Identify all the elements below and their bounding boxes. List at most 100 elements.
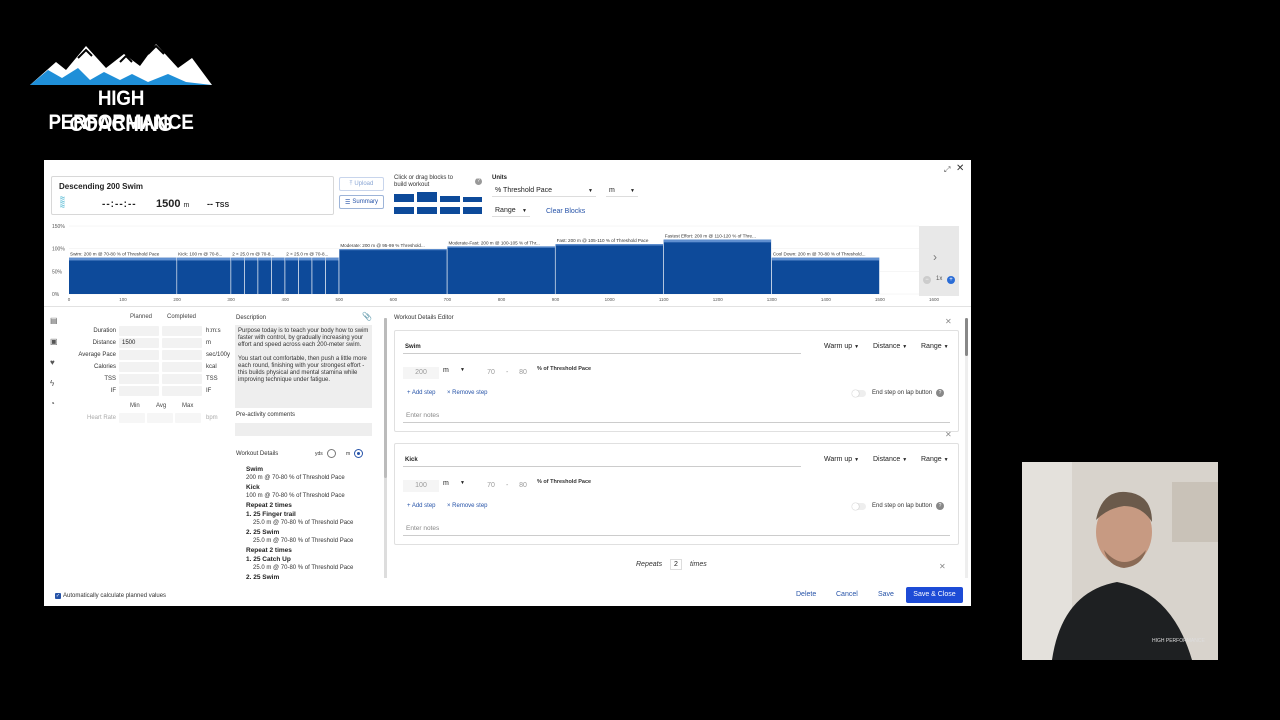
close-icon[interactable]: ✕ bbox=[945, 317, 952, 326]
step-name-input[interactable]: Swim bbox=[403, 341, 801, 354]
workout-title[interactable]: Descending 200 Swim bbox=[59, 182, 143, 191]
hr-max-field[interactable] bbox=[175, 413, 201, 423]
hr-min-field[interactable] bbox=[119, 413, 145, 423]
block-steady[interactable] bbox=[394, 194, 414, 202]
clock-icon[interactable]: ◔ bbox=[50, 399, 55, 408]
help-icon[interactable]: ? bbox=[475, 178, 482, 185]
chevron-right-icon[interactable]: › bbox=[933, 250, 937, 264]
hr-max-header: Max bbox=[182, 403, 194, 409]
completed-field[interactable] bbox=[162, 338, 202, 348]
preactivity-textarea[interactable] bbox=[235, 423, 372, 436]
paperclip-icon[interactable]: 📎 bbox=[362, 312, 372, 321]
expand-icon[interactable]: ⤢ bbox=[944, 165, 950, 175]
cancel-button[interactable]: Cancel bbox=[836, 591, 858, 598]
chart-scroll-panel[interactable]: › bbox=[919, 226, 959, 296]
repeats-count-input[interactable]: 2 bbox=[670, 559, 682, 570]
auto-calc-checkbox[interactable]: ✓ bbox=[55, 593, 61, 599]
repeats-times-label: times bbox=[690, 561, 707, 568]
clear-blocks-link[interactable]: Clear Blocks bbox=[546, 208, 585, 215]
remove-step-link[interactable]: × Remove step bbox=[447, 390, 488, 396]
units-select[interactable]: % Threshold Pace ▼ bbox=[492, 185, 596, 197]
planned-field[interactable] bbox=[119, 374, 159, 384]
hr-avg-field[interactable] bbox=[147, 413, 173, 423]
block-repeats[interactable] bbox=[463, 207, 482, 214]
chart-icon[interactable]: ▣ bbox=[50, 337, 58, 346]
completed-field[interactable] bbox=[162, 374, 202, 384]
add-step-link[interactable]: + Add step bbox=[407, 390, 436, 396]
heart-icon[interactable]: ♥ bbox=[50, 358, 55, 367]
lightning-icon[interactable]: ϟ bbox=[50, 379, 54, 388]
lap-button-toggle[interactable] bbox=[852, 390, 866, 397]
metric-unit: h:m:s bbox=[206, 328, 221, 334]
planned-field[interactable] bbox=[119, 326, 159, 336]
detail-heading: 1. 25 Finger trail bbox=[246, 511, 296, 518]
step-notes-input[interactable]: Enter notes bbox=[403, 409, 950, 423]
step-unit-select[interactable]: m ▼ bbox=[443, 480, 465, 492]
step-type-select[interactable]: Warm up ▼ bbox=[821, 454, 862, 465]
detail-heading: 2. 25 Swim bbox=[246, 529, 280, 536]
upload-button[interactable]: ⤒ Upload bbox=[339, 177, 384, 191]
editor-scrollbar[interactable] bbox=[965, 318, 968, 578]
step-quantity-input[interactable]: 200 bbox=[403, 367, 439, 379]
lap-button-toggle[interactable] bbox=[852, 503, 866, 510]
delete-button[interactable]: Delete bbox=[796, 591, 816, 598]
range-select[interactable]: Range ▼ bbox=[492, 205, 530, 217]
range-low-input[interactable]: 70 bbox=[481, 367, 501, 379]
step-measure-select[interactable]: Distance ▼ bbox=[870, 341, 910, 352]
close-icon[interactable]: ✕ bbox=[956, 163, 964, 174]
mountains-logo-icon bbox=[30, 44, 212, 85]
heart-rate-label: Heart Rate bbox=[86, 415, 116, 421]
brand-line-2: COACHING bbox=[69, 113, 173, 136]
workout-structure-chart: 150% 100% 50% 0% 0 100 200 300 400 500 600 700 800 90… bbox=[52, 224, 940, 302]
completed-field[interactable] bbox=[162, 362, 202, 372]
block-high[interactable] bbox=[417, 192, 437, 202]
block-mid[interactable] bbox=[440, 196, 460, 202]
block-intervals[interactable] bbox=[440, 207, 460, 214]
planned-field[interactable] bbox=[119, 386, 159, 396]
completed-field[interactable] bbox=[162, 386, 202, 396]
details-scrollbar[interactable] bbox=[384, 318, 387, 578]
help-icon[interactable]: ? bbox=[936, 502, 944, 510]
add-step-link[interactable]: + Add step bbox=[407, 503, 436, 509]
planned-field[interactable] bbox=[119, 362, 159, 372]
repeats-label: Repeats bbox=[636, 561, 663, 568]
close-icon[interactable]: ✕ bbox=[945, 430, 952, 439]
zoom-out-icon[interactable]: − bbox=[923, 276, 931, 284]
hr-avg-header: Avg bbox=[156, 403, 167, 409]
summary-button[interactable]: ☰ Summary bbox=[339, 195, 384, 209]
step-name-input[interactable]: Kick bbox=[403, 454, 801, 467]
yds-radio[interactable] bbox=[327, 449, 336, 458]
document-icon[interactable]: ▤ bbox=[50, 316, 58, 325]
range-low-input[interactable]: 70 bbox=[481, 480, 501, 492]
completed-field[interactable] bbox=[162, 326, 202, 336]
step-notes-input[interactable]: Enter notes bbox=[403, 522, 950, 536]
y-tick-label: 50% bbox=[52, 269, 63, 275]
planned-field[interactable] bbox=[119, 350, 159, 360]
detail-heading: Repeat 2 times bbox=[246, 502, 292, 509]
description-textarea[interactable]: Purpose today is to teach your body how … bbox=[235, 325, 372, 408]
block-low[interactable] bbox=[463, 197, 482, 202]
step-type-select[interactable]: Warm up ▼ bbox=[821, 341, 862, 352]
zoom-in-icon[interactable]: + bbox=[947, 276, 955, 284]
completed-field[interactable] bbox=[162, 350, 202, 360]
help-icon[interactable]: ? bbox=[936, 389, 944, 397]
segment-bar bbox=[69, 257, 177, 294]
segment-range-band bbox=[69, 257, 177, 261]
save-button[interactable]: Save bbox=[878, 591, 894, 598]
close-icon[interactable]: ✕ bbox=[939, 562, 946, 571]
step-measure-select[interactable]: Distance ▼ bbox=[870, 454, 910, 465]
remove-step-link[interactable]: × Remove step bbox=[447, 503, 488, 509]
step-range-select[interactable]: Range ▼ bbox=[918, 341, 952, 352]
segment-range-band bbox=[177, 257, 231, 261]
range-high-input[interactable]: 80 bbox=[513, 480, 533, 492]
planned-field[interactable]: 1500 bbox=[119, 338, 159, 348]
save-close-button[interactable]: Save & Close bbox=[906, 587, 963, 603]
block-ramp-up[interactable] bbox=[394, 207, 414, 214]
block-ramp-down[interactable] bbox=[417, 207, 437, 214]
m-radio[interactable] bbox=[354, 449, 363, 458]
range-high-input[interactable]: 80 bbox=[513, 367, 533, 379]
step-unit-select[interactable]: m ▼ bbox=[443, 367, 465, 379]
step-quantity-input[interactable]: 100 bbox=[403, 480, 439, 492]
unit-select[interactable]: m ▼ bbox=[606, 185, 638, 197]
step-range-select[interactable]: Range ▼ bbox=[918, 454, 952, 465]
